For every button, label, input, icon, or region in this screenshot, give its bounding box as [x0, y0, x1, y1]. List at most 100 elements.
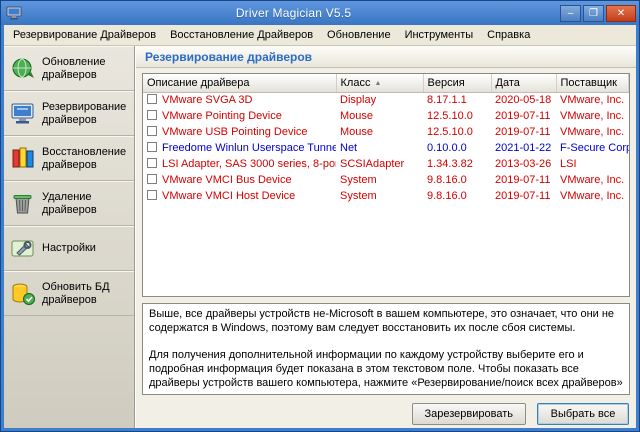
globe-update-icon — [9, 55, 36, 82]
driver-version: 1.34.3.82 — [423, 156, 491, 172]
driver-description: LSI Adapter, SAS 3000 series, 8-port wit… — [162, 158, 336, 170]
driver-class: Display — [336, 92, 423, 108]
driver-version: 9.8.16.0 — [423, 172, 491, 188]
driver-vendor: VMware, Inc. — [556, 108, 629, 124]
column-header-class[interactable]: Класс▲ — [336, 74, 423, 92]
sidebar-item-label: Обновление драйверов — [42, 56, 129, 81]
driver-version: 12.5.10.0 — [423, 124, 491, 140]
menu-restore-drivers[interactable]: Восстановление Драйверов — [163, 26, 320, 44]
window-body: Резервирование Драйверов Восстановление … — [4, 25, 636, 428]
driver-vendor: VMware, Inc. — [556, 172, 629, 188]
driver-class: SCSIAdapter — [336, 156, 423, 172]
column-header-vendor[interactable]: Поставщик — [556, 74, 629, 92]
table-header-row: Описание драйвера Класс▲ Версия Дата Пос… — [143, 74, 629, 92]
driver-table-body: VMware SVGA 3DDisplay8.17.1.12020-05-18V… — [143, 92, 629, 204]
table-row[interactable]: VMware VMCI Bus Device System9.8.16.02019… — [143, 172, 629, 188]
sidebar-item-label: Резервирование драйверов — [42, 101, 129, 126]
maximize-button[interactable]: ❐ — [583, 5, 604, 22]
driver-vendor: LSI — [556, 156, 629, 172]
restore-stack-icon — [9, 145, 36, 172]
title-bar[interactable]: Driver Magician V5.5 – ❐ ✕ — [1, 1, 639, 25]
close-button[interactable]: ✕ — [606, 5, 636, 22]
driver-description: VMware USB Pointing Device — [162, 126, 308, 138]
sidebar-item-label: Настройки — [42, 242, 96, 255]
driver-vendor: F-Secure Corporation — [556, 140, 629, 156]
driver-vendor: VMware, Inc. — [556, 124, 629, 140]
settings-wrench-icon — [9, 235, 36, 262]
driver-class: Mouse — [336, 108, 423, 124]
row-checkbox[interactable] — [147, 94, 157, 104]
info-paragraph-1: Выше, все драйверы устройств не-Microsof… — [149, 307, 623, 336]
sidebar-item-update-drivers[interactable]: Обновление драйверов — [4, 46, 134, 91]
menu-update[interactable]: Обновление — [320, 26, 398, 44]
sort-ascending-icon: ▲ — [374, 80, 381, 87]
backup-monitor-icon — [9, 100, 36, 127]
sidebar-item-backup-drivers[interactable]: Резервирование драйверов — [4, 91, 134, 136]
table-row[interactable]: VMware Pointing Device Mouse12.5.10.02019… — [143, 108, 629, 124]
driver-info-textbox[interactable]: Выше, все драйверы устройств не-Microsof… — [142, 303, 630, 395]
sidebar-item-label: Обновить БД драйверов — [42, 281, 129, 306]
driver-date: 2019-07-11 — [491, 124, 556, 140]
app-icon — [6, 5, 22, 21]
driver-date: 2019-07-11 — [491, 108, 556, 124]
app-window: Driver Magician V5.5 – ❐ ✕ Резервировани… — [0, 0, 640, 432]
column-header-date[interactable]: Дата — [491, 74, 556, 92]
row-checkbox[interactable] — [147, 158, 157, 168]
table-row[interactable]: VMware USB Pointing Device Mouse12.5.10.0… — [143, 124, 629, 140]
driver-version: 12.5.10.0 — [423, 108, 491, 124]
row-checkbox[interactable] — [147, 190, 157, 200]
column-header-version[interactable]: Версия — [423, 74, 491, 92]
sidebar-item-label: Удаление драйверов — [42, 191, 129, 216]
driver-date: 2021-01-22 — [491, 140, 556, 156]
driver-version: 9.8.16.0 — [423, 188, 491, 204]
driver-vendor: VMware, Inc. — [556, 188, 629, 204]
driver-class: System — [336, 188, 423, 204]
column-header-description[interactable]: Описание драйвера — [143, 74, 336, 92]
driver-version: 0.10.0.0 — [423, 140, 491, 156]
content-area: Обновление драйверов Резервирование драй… — [4, 46, 636, 428]
sidebar-item-remove-drivers[interactable]: Удаление драйверов — [4, 181, 134, 226]
driver-date: 2020-05-18 — [491, 92, 556, 108]
sidebar-item-restore-drivers[interactable]: Восстановление драйверов — [4, 136, 134, 181]
driver-description: VMware VMCI Host Device — [162, 190, 295, 202]
row-checkbox[interactable] — [147, 110, 157, 120]
driver-description: Freedome Winlun Userspace Tunnel — [162, 142, 336, 154]
menu-bar: Резервирование Драйверов Восстановление … — [4, 25, 636, 46]
driver-version: 8.17.1.1 — [423, 92, 491, 108]
menu-tools[interactable]: Инструменты — [398, 26, 481, 44]
table-row[interactable]: Freedome Winlun Userspace TunnelNet0.10.… — [143, 140, 629, 156]
backup-button[interactable]: Зарезервировать — [412, 403, 527, 425]
table-row[interactable]: LSI Adapter, SAS 3000 series, 8-port wit… — [143, 156, 629, 172]
sidebar-item-label: Восстановление драйверов — [42, 146, 129, 171]
sidebar-item-update-driver-db[interactable]: Обновить БД драйверов — [4, 271, 134, 316]
minimize-button[interactable]: – — [560, 5, 581, 22]
main-panel: Резервирование драйверов Описание драйве… — [135, 46, 636, 428]
menu-help[interactable]: Справка — [480, 26, 537, 44]
menu-backup-drivers[interactable]: Резервирование Драйверов — [6, 26, 163, 44]
row-checkbox[interactable] — [147, 174, 157, 184]
driver-table: Описание драйвера Класс▲ Версия Дата Пос… — [142, 73, 630, 297]
table-row[interactable]: VMware SVGA 3D Display8.17.1.12020-05-18V… — [143, 92, 629, 108]
driver-class: Net — [336, 140, 423, 156]
trash-icon — [9, 190, 36, 217]
row-checkbox[interactable] — [147, 142, 157, 152]
driver-description: VMware SVGA 3D — [162, 94, 252, 106]
driver-vendor: VMware, Inc. — [556, 92, 629, 108]
select-all-button[interactable]: Выбрать все — [537, 403, 629, 425]
action-buttons: Зарезервировать Выбрать все — [142, 403, 630, 425]
info-paragraph-2: Для получения дополнительной информации … — [149, 348, 623, 395]
update-db-icon — [9, 280, 36, 307]
driver-class: Mouse — [336, 124, 423, 140]
sidebar-item-settings[interactable]: Настройки — [4, 226, 134, 271]
driver-date: 2013-03-26 — [491, 156, 556, 172]
driver-date: 2019-07-11 — [491, 172, 556, 188]
section-title: Резервирование драйверов — [136, 46, 636, 68]
driver-description: VMware Pointing Device — [162, 110, 282, 122]
table-row[interactable]: VMware VMCI Host Device System9.8.16.0201… — [143, 188, 629, 204]
sidebar: Обновление драйверов Резервирование драй… — [4, 46, 135, 428]
driver-date: 2019-07-11 — [491, 188, 556, 204]
row-checkbox[interactable] — [147, 126, 157, 136]
driver-description: VMware VMCI Bus Device — [162, 174, 292, 186]
window-title: Driver Magician V5.5 — [27, 6, 560, 20]
driver-class: System — [336, 172, 423, 188]
